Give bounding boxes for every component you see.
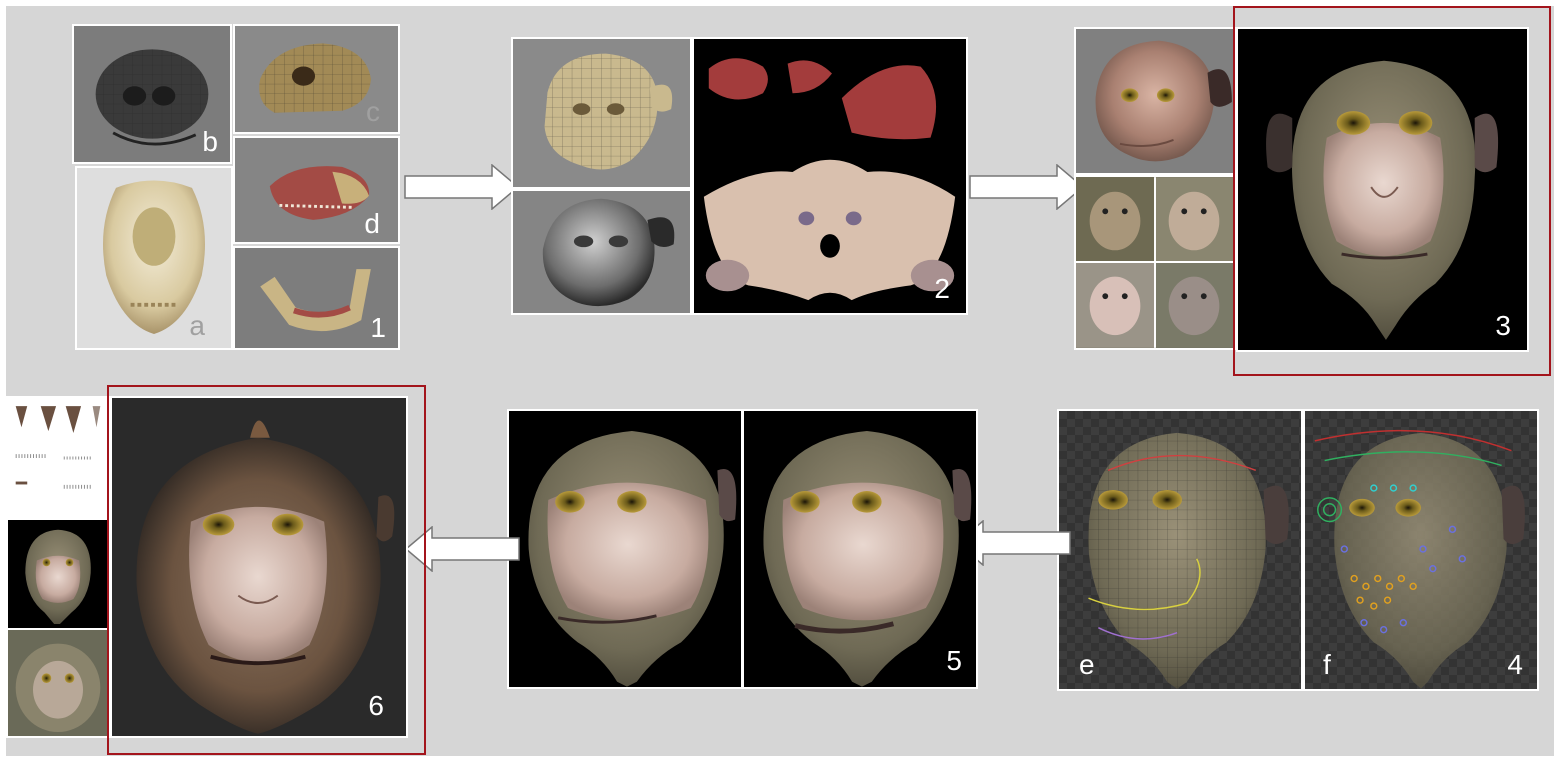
label-e: e (1079, 649, 1095, 680)
right-arrow-icon (969, 164, 1085, 210)
reference-photos-panel (1074, 175, 1236, 350)
final-fur-render-panel: 6 (110, 396, 408, 738)
label-f: f (1323, 649, 1331, 680)
uv-texture-map-panel: 2 (692, 37, 968, 315)
label-step2: 2 (934, 273, 950, 304)
label-step1: 1 (370, 312, 386, 343)
label-step6: 6 (368, 690, 384, 721)
shaded-head-thumbnail-panel (6, 518, 110, 630)
sculpt-head-panel (511, 189, 692, 315)
skull-lateral-panel-c: c (233, 24, 400, 134)
right-arrow-icon (404, 164, 520, 210)
label-b: b (202, 126, 218, 157)
final-textured-head-panel: 3 (1236, 27, 1529, 352)
reference-photo-thumbnail-panel (6, 628, 110, 738)
rig-wireframe-panel-e: e (1057, 409, 1303, 691)
mandible-panel-1: 1 (233, 246, 400, 350)
textured-head-panel (1074, 27, 1236, 175)
label-a: a (189, 310, 205, 341)
hair-cards-panel (6, 396, 110, 520)
expression-b-panel: 5 (742, 409, 978, 689)
wireframe-head-panel (511, 37, 692, 189)
label-c: c (366, 96, 380, 127)
label-step5: 5 (946, 645, 962, 676)
skull-muscle-panel-d: d (233, 136, 400, 244)
skull-bottom-panel-a: a (75, 166, 233, 350)
skull-wireframe-panel-b: b (72, 24, 232, 164)
label-step4: 4 (1507, 649, 1523, 680)
expression-a-panel (507, 409, 743, 689)
label-d: d (364, 208, 380, 239)
label-step3: 3 (1495, 310, 1511, 341)
rig-controls-panel-f: f 4 (1303, 409, 1539, 691)
